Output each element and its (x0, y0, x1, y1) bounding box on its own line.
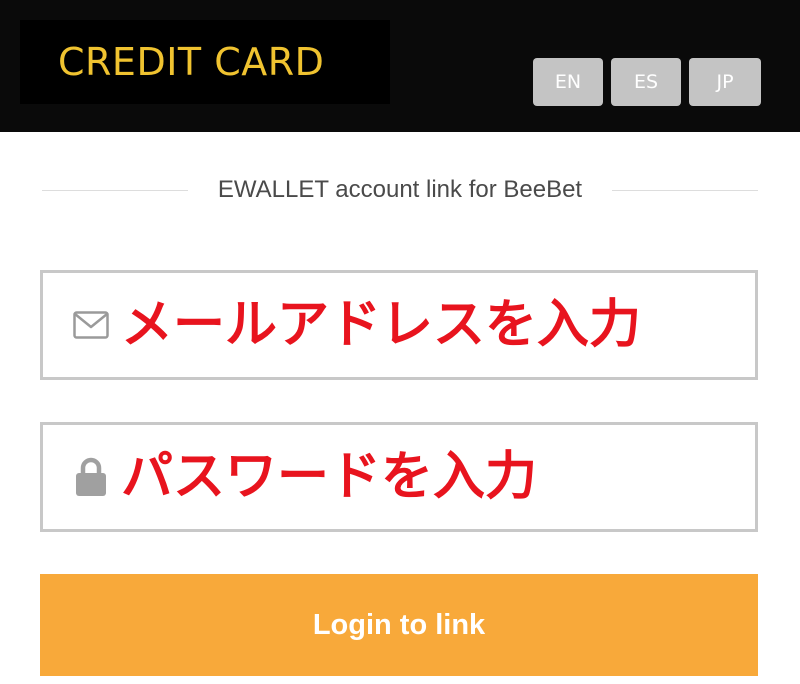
lock-icon (71, 457, 111, 497)
brand-logo: CREDIT CARD (20, 20, 390, 104)
email-field (40, 270, 800, 380)
email-input[interactable] (121, 285, 800, 365)
header-bar: CREDIT CARD EN ES JP (0, 0, 800, 132)
language-button-es[interactable]: ES (611, 58, 681, 106)
section-title: EWALLET account link for BeeBet (217, 176, 583, 203)
password-field (40, 422, 800, 532)
section-heading: EWALLET account link for BeeBet (42, 172, 758, 208)
language-button-jp[interactable]: JP (689, 58, 761, 106)
divider-left (42, 189, 188, 191)
envelope-icon (71, 305, 111, 345)
login-to-link-button[interactable]: Login to link (40, 574, 758, 676)
divider-right (612, 189, 758, 191)
brand-text: CREDIT CARD (58, 40, 325, 84)
language-button-en[interactable]: EN (533, 58, 603, 106)
link-account-page: CREDIT CARD EN ES JP EWALLET account lin… (0, 0, 800, 684)
password-input[interactable] (121, 437, 800, 517)
language-switcher: EN ES JP (533, 58, 761, 106)
